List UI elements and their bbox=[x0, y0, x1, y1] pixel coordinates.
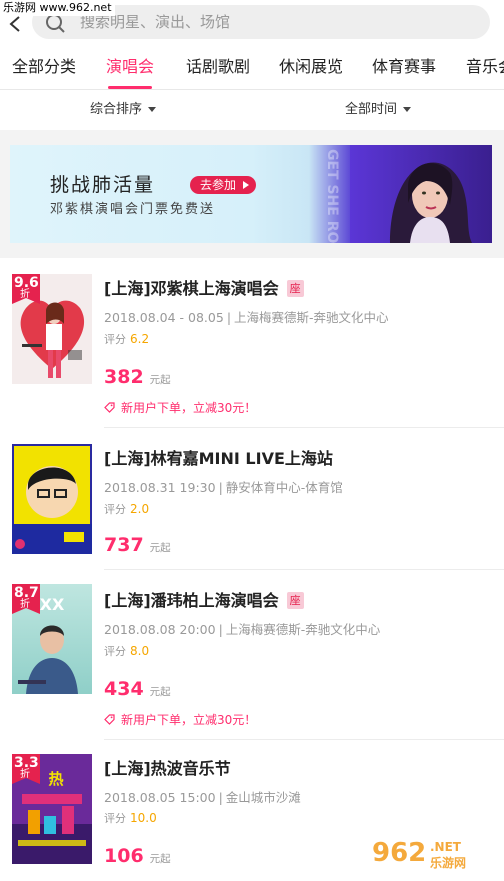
caret-down-icon bbox=[403, 107, 412, 112]
svg-text:962: 962 bbox=[372, 838, 426, 868]
event-item[interactable]: 9.6 折 [上海]邓紫棋上海演唱会座 2018.08.04 - 08.05 | 上… bbox=[0, 258, 504, 428]
price-unit: 元起 bbox=[149, 542, 171, 554]
tab-sports[interactable]: 体育赛事 bbox=[372, 56, 436, 78]
svg-text:GET SHE RONG MOVING: GET SHE RONG MOVING bbox=[324, 149, 340, 243]
event-date: 2018.08.31 19:30 bbox=[104, 480, 216, 495]
event-title-text: [上海]潘玮柏上海演唱会 bbox=[104, 591, 279, 610]
tab-music[interactable]: 音乐会 bbox=[466, 56, 504, 78]
score-value: 8.0 bbox=[130, 644, 150, 658]
event-score: 评分 6.2 bbox=[104, 331, 149, 348]
tag-icon bbox=[104, 402, 115, 413]
event-score: 评分 2.0 bbox=[104, 501, 149, 518]
event-venue: 上海梅赛德斯-奔驰文化中心 bbox=[234, 310, 389, 325]
promo-text: 新用户下单，立减30元！ bbox=[121, 401, 257, 415]
event-price: 106 元起 bbox=[104, 843, 171, 872]
seat-selection-badge: 座 bbox=[286, 592, 304, 609]
event-title: [上海]邓紫棋上海演唱会座 bbox=[104, 278, 304, 300]
back-arrow-icon[interactable] bbox=[6, 14, 26, 34]
event-title: [上海]林宥嘉MINI LIVE上海站 bbox=[104, 448, 333, 470]
discount-badge: 3.3 折 bbox=[12, 754, 40, 784]
banner-join-label: 去参加 bbox=[200, 178, 237, 192]
site-logo-962: 962 .NET 乐游网 bbox=[372, 838, 466, 870]
event-title-text: [上海]林宥嘉MINI LIVE上海站 bbox=[104, 449, 333, 468]
score-value: 6.2 bbox=[130, 332, 150, 346]
promo-banner[interactable]: GET SHE RONG MOVING 挑战肺活量 去参加 邓紫棋演唱会门票免费… bbox=[10, 145, 492, 243]
discount-unit: 折 bbox=[20, 599, 30, 610]
event-date: 2018.08.04 - 08.05 bbox=[104, 310, 224, 325]
event-venue: 静安体育中心-体育馆 bbox=[225, 480, 343, 495]
price-unit: 元起 bbox=[149, 374, 171, 386]
event-item[interactable]: [上海]林宥嘉MINI LIVE上海站 2018.08.31 19:30 | 静安体… bbox=[0, 428, 504, 570]
price-value: 737 bbox=[104, 534, 144, 556]
tab-all[interactable]: 全部分类 bbox=[12, 56, 76, 78]
tab-drama[interactable]: 话剧歌剧 bbox=[186, 56, 250, 78]
play-arrow-icon bbox=[243, 181, 250, 189]
svg-text:XX: XX bbox=[40, 595, 65, 614]
event-title: [上海]热波音乐节 bbox=[104, 758, 231, 780]
category-tabs: 全部分类 演唱会 话剧歌剧 休闲展览 体育赛事 音乐会 bbox=[0, 46, 504, 90]
event-score: 评分 8.0 bbox=[104, 643, 149, 660]
svg-text:.NET: .NET bbox=[430, 840, 462, 854]
seat-selection-badge: 座 bbox=[286, 280, 304, 297]
price-unit: 元起 bbox=[149, 686, 171, 698]
score-label: 评分 bbox=[104, 333, 126, 346]
svg-text:热: 热 bbox=[48, 770, 63, 788]
new-user-promo: 新用户下单，立减30元！ bbox=[104, 712, 256, 728]
promo-text: 新用户下单，立减30元！ bbox=[121, 713, 257, 727]
caret-down-icon bbox=[148, 107, 157, 112]
banner-title: 挑战肺活量 bbox=[50, 174, 156, 196]
event-title-text: [上海]热波音乐节 bbox=[104, 759, 231, 778]
discount-unit: 折 bbox=[20, 769, 30, 780]
tag-icon bbox=[104, 714, 115, 725]
event-meta: 2018.08.08 20:00 | 上海梅赛德斯-奔驰文化中心 bbox=[104, 622, 381, 637]
sort-dropdown[interactable]: 综合排序 bbox=[90, 101, 157, 119]
price-value: 382 bbox=[104, 366, 144, 388]
time-dropdown[interactable]: 全部时间 bbox=[345, 101, 412, 119]
score-label: 评分 bbox=[104, 645, 126, 658]
banner-subtitle: 邓紫棋演唱会门票免费送 bbox=[50, 202, 216, 217]
time-label: 全部时间 bbox=[345, 102, 398, 117]
event-price: 737 元起 bbox=[104, 532, 171, 561]
banner-join-button[interactable]: 去参加 bbox=[190, 176, 257, 194]
event-venue: 金山城市沙滩 bbox=[225, 790, 301, 805]
svg-text:乐游网: 乐游网 bbox=[430, 855, 466, 870]
event-item[interactable]: XX 8.7 折 [上海]潘玮柏上海演唱会座 2018.08.08 20:00 |… bbox=[0, 570, 504, 740]
score-value: 10.0 bbox=[130, 811, 157, 825]
tab-concert[interactable]: 演唱会 bbox=[106, 56, 154, 78]
score-value: 2.0 bbox=[130, 502, 150, 516]
price-value: 434 bbox=[104, 678, 144, 700]
event-date: 2018.08.05 15:00 bbox=[104, 790, 216, 805]
discount-unit: 折 bbox=[20, 289, 30, 300]
event-meta: 2018.08.04 - 08.05 | 上海梅赛德斯-奔驰文化中心 bbox=[104, 310, 389, 325]
event-venue: 上海梅赛德斯-奔驰文化中心 bbox=[225, 622, 381, 637]
singer-portrait-image bbox=[350, 145, 492, 243]
score-label: 评分 bbox=[104, 503, 126, 516]
new-user-promo: 新用户下单，立减30元！ bbox=[104, 400, 256, 416]
event-title: [上海]潘玮柏上海演唱会座 bbox=[104, 590, 304, 612]
discount-badge: 8.7 折 bbox=[12, 584, 40, 614]
event-date: 2018.08.08 20:00 bbox=[104, 622, 216, 637]
event-score: 评分 10.0 bbox=[104, 810, 157, 827]
event-meta: 2018.08.31 19:30 | 静安体育中心-体育馆 bbox=[104, 480, 343, 495]
event-meta: 2018.08.05 15:00 | 金山城市沙滩 bbox=[104, 790, 301, 805]
filter-bar: 综合排序 全部时间 bbox=[0, 90, 504, 130]
price-value: 106 bbox=[104, 845, 144, 867]
event-price: 382 元起 bbox=[104, 364, 171, 393]
event-price: 434 元起 bbox=[104, 676, 171, 705]
event-title-text: [上海]邓紫棋上海演唱会 bbox=[104, 279, 279, 298]
sort-label: 综合排序 bbox=[90, 102, 143, 117]
discount-badge: 9.6 折 bbox=[12, 274, 40, 304]
event-poster-image bbox=[12, 444, 92, 554]
tab-exhibition[interactable]: 休闲展览 bbox=[279, 56, 343, 78]
price-unit: 元起 bbox=[149, 853, 171, 865]
site-watermark: 乐游网 www.962.net bbox=[0, 0, 115, 16]
score-label: 评分 bbox=[104, 812, 126, 825]
